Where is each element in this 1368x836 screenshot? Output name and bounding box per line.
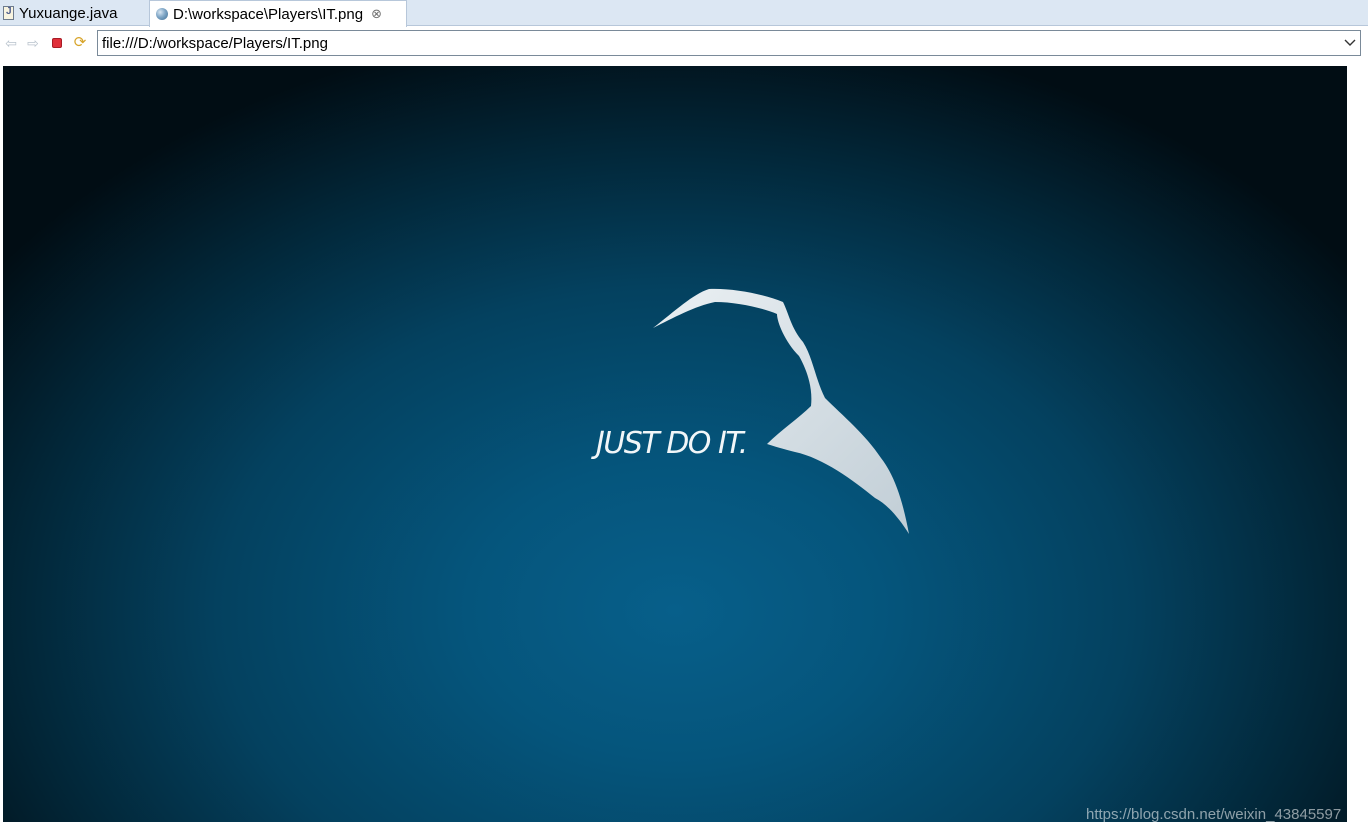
close-icon[interactable]: ⊗ xyxy=(371,6,382,22)
url-input[interactable]: file:///D:/workspace/Players/IT.png xyxy=(98,35,1340,52)
java-file-icon xyxy=(3,6,14,20)
refresh-icon[interactable]: ⟳ xyxy=(72,35,88,51)
image-viewer: JUST DO IT. xyxy=(3,66,1347,822)
back-arrow-icon[interactable]: ⇦ xyxy=(3,35,19,51)
chevron-down-icon[interactable] xyxy=(1340,31,1360,55)
stop-icon[interactable] xyxy=(49,35,65,51)
browser-navigation-bar: ⇦ ⇨ ⟳ file:///D:/workspace/Players/IT.pn… xyxy=(0,27,1368,61)
viewer-right-margin xyxy=(1347,61,1368,836)
tab-label: D:\workspace\Players\IT.png xyxy=(173,5,364,23)
tab-label: Yuxuange.java xyxy=(19,4,118,22)
globe-icon xyxy=(156,8,168,20)
tab-it-png[interactable]: D:\workspace\Players\IT.png ⊗ xyxy=(149,0,407,27)
forward-arrow-icon[interactable]: ⇨ xyxy=(25,35,41,51)
editor-tab-bar: Yuxuange.java D:\workspace\Players\IT.pn… xyxy=(0,0,1368,27)
slogan-text: JUST DO IT. xyxy=(596,426,748,461)
watermark-text: https://blog.csdn.net/weixin_43845597 xyxy=(1086,806,1342,823)
tab-yuxuange-java[interactable]: Yuxuange.java xyxy=(0,0,146,26)
address-bar[interactable]: file:///D:/workspace/Players/IT.png xyxy=(97,30,1361,56)
